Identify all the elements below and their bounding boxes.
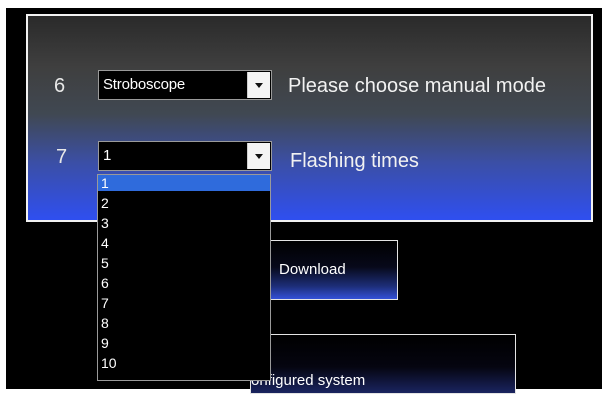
manual-mode-select[interactable]: Stroboscope bbox=[98, 70, 272, 100]
dropdown-option[interactable]: 10 bbox=[98, 355, 270, 371]
dropdown-option[interactable]: 4 bbox=[98, 235, 270, 251]
manual-mode-dropdown-button[interactable] bbox=[247, 72, 270, 98]
flashing-times-value: 1 bbox=[103, 147, 112, 164]
dropdown-option[interactable]: 8 bbox=[98, 315, 270, 331]
screen: 6 Stroboscope Please choose manual mode … bbox=[0, 0, 609, 394]
chevron-down-icon bbox=[255, 154, 263, 159]
dropdown-option[interactable]: 9 bbox=[98, 335, 270, 351]
flashing-times-label: Flashing times bbox=[290, 150, 419, 172]
row-6-number: 6 bbox=[54, 75, 66, 97]
dropdown-option[interactable]: 5 bbox=[98, 255, 270, 271]
configured-system-button[interactable]: onfigured system bbox=[250, 334, 516, 394]
dropdown-option[interactable]: 6 bbox=[98, 275, 270, 291]
manual-mode-label: Please choose manual mode bbox=[288, 75, 546, 97]
download-button-label: Download bbox=[279, 261, 346, 278]
flashing-times-dropdown-list[interactable]: 1 2 3 4 5 6 7 8 9 10 bbox=[97, 174, 271, 381]
dropdown-option[interactable]: 7 bbox=[98, 295, 270, 311]
dropdown-option[interactable]: 1 bbox=[98, 175, 270, 191]
flashing-times-dropdown-button[interactable] bbox=[247, 143, 270, 169]
row-7-number: 7 bbox=[56, 146, 68, 168]
dropdown-option[interactable]: 3 bbox=[98, 215, 270, 231]
flashing-times-select[interactable]: 1 bbox=[98, 141, 272, 171]
manual-mode-value: Stroboscope bbox=[103, 76, 186, 93]
dropdown-option[interactable]: 2 bbox=[98, 195, 270, 211]
chevron-down-icon bbox=[255, 83, 263, 88]
